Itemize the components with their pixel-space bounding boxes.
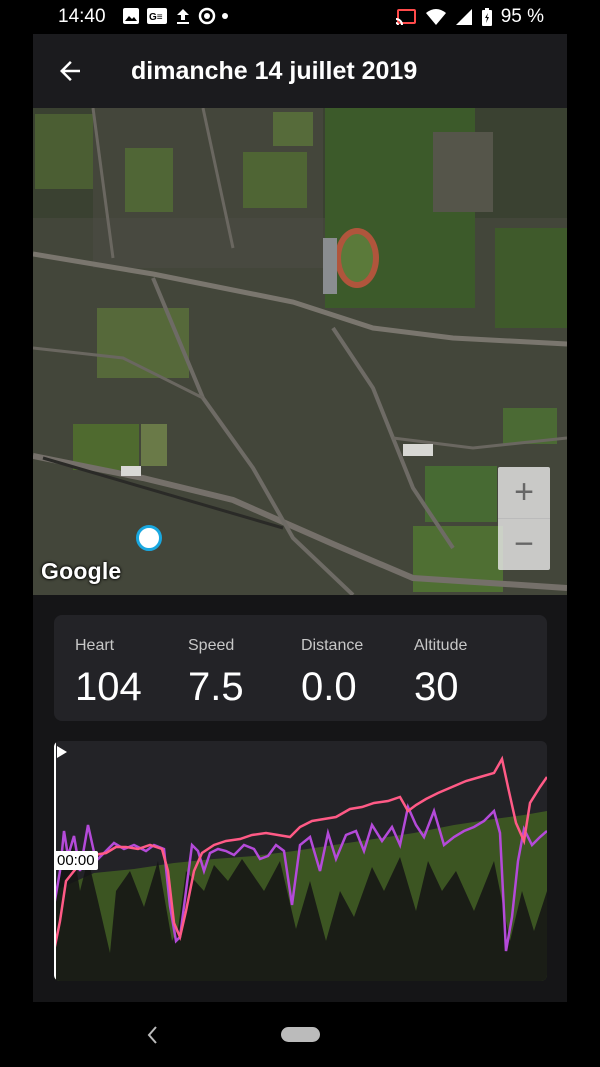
svg-text:G≡: G≡ [149,12,163,23]
status-left-icons: G≡ [122,7,232,25]
activity-graph[interactable]: 00:00 [54,741,547,981]
app-bar: dimanche 14 juillet 2019 [33,34,567,108]
zoom-controls: + − [498,467,550,570]
stat-heart-value: 104 [75,665,142,709]
stat-altitude-label: Altitude [414,637,468,654]
satellite-map [33,108,567,595]
status-bar: 14:40 G≡ 95 % [0,0,600,34]
google-logo: Google [41,558,122,584]
current-location-marker [136,525,162,551]
app-window: dimanche 14 juillet 2019 Google + − Hear… [33,34,567,1002]
play-icon[interactable] [57,746,67,758]
page-title: dimanche 14 juillet 2019 [131,57,418,85]
nav-back-icon[interactable] [145,1024,161,1046]
nav-home-pill[interactable] [281,1027,320,1042]
activity-graph-svg [54,741,547,981]
zoom-in-button[interactable]: + [498,467,550,519]
stat-speed-value: 7.5 [188,665,244,709]
upload-icon [177,9,189,24]
stat-distance-value: 0.0 [301,665,357,709]
stat-altitude-value: 30 [414,665,459,709]
signal-icon [455,9,472,25]
photo-icon [123,8,139,24]
stat-distance-label: Distance [301,637,364,654]
cast-icon [395,9,416,26]
wifi-icon [425,9,446,25]
graph-time-label: 00:00 [54,851,98,870]
stats-card: Heart 104 Speed 7.5 Distance 0.0 Altitud… [54,615,547,721]
assistant-icon [198,7,228,25]
battery-percent: 95 % [500,6,544,27]
status-right-icons: 95 % [395,6,544,28]
status-time: 14:40 [58,6,106,27]
stat-heart-label: Heart [75,637,115,654]
map-view[interactable]: Google + − [33,108,567,595]
arrow-back-icon[interactable] [55,56,85,86]
news-icon: G≡ [147,8,167,24]
stat-speed-label: Speed [188,637,235,654]
battery-icon [481,8,492,26]
zoom-out-button[interactable]: − [498,519,550,570]
